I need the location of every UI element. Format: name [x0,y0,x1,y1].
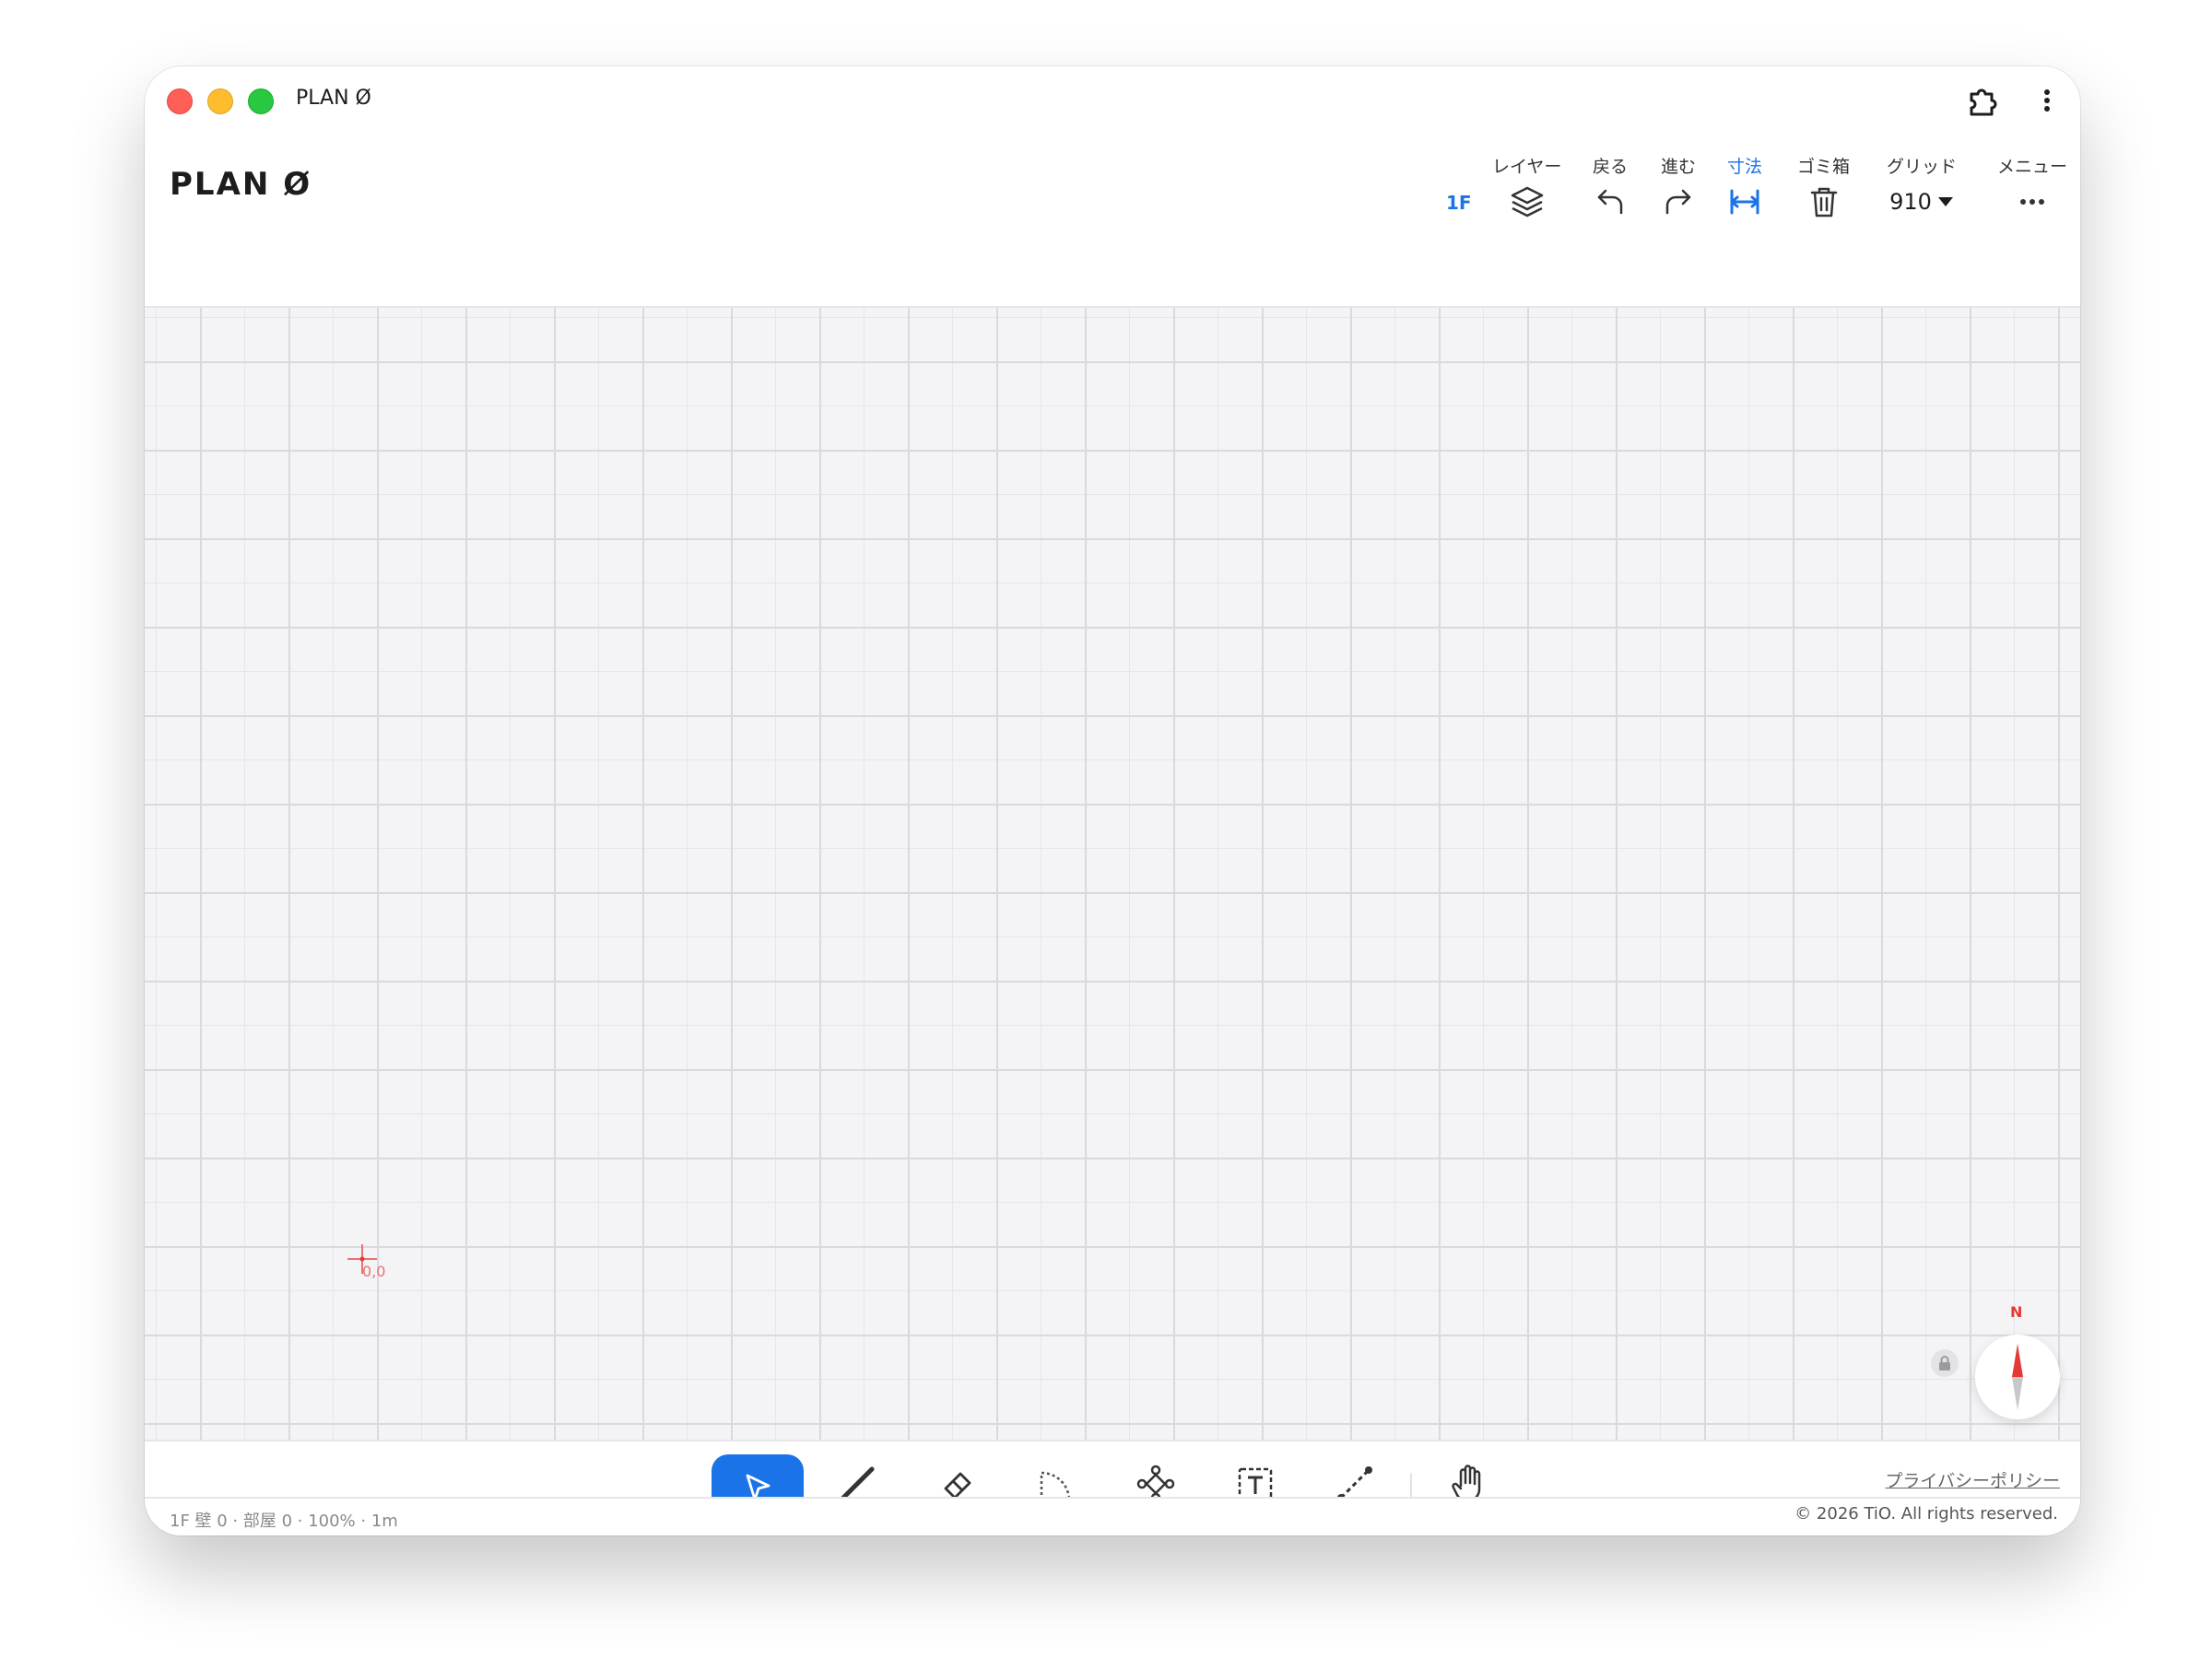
layers-label: レイヤー [1492,157,1562,177]
dimension-label: 寸法 [1727,157,1763,177]
close-window-button[interactable] [167,88,193,114]
title-bar: PLAN Ø [145,66,2080,135]
rotation-lock-button[interactable] [1931,1349,1959,1377]
layers-button[interactable]: レイヤー [1492,153,1561,220]
copyright-text: © 2026 TiO. All rights reserved. [1794,1504,2058,1524]
maximize-window-button[interactable] [248,88,274,114]
grid-label: グリッド [1887,157,1958,177]
kebab-menu-icon[interactable] [2036,83,2058,118]
dimension-icon [1727,183,1762,220]
redo-button[interactable]: 進む [1661,153,1696,220]
compass[interactable] [1975,1335,2060,1419]
menu-label: メニュー [1997,157,2068,177]
caret-down-icon [1937,197,1953,206]
more-horizontal-icon [1997,183,2067,220]
status-summary: 1F 壁 0 · 部屋 0 · 100% · 1m [170,1512,398,1531]
menu-button[interactable]: メニュー [1997,153,2067,220]
privacy-policy-link[interactable]: プライバシーポリシー [1885,1467,2060,1492]
trash-label: ゴミ箱 [1797,157,1851,177]
window-title: PLAN Ø [296,87,371,110]
undo-icon [1593,183,1628,220]
undo-button[interactable]: 戻る [1593,153,1628,220]
floor-selector[interactable]: 1F [1446,192,1472,214]
compass-needle-icon [2012,1344,2023,1410]
redo-label: 進む [1661,157,1697,177]
app-window: PLAN Ø PLAN Ø 1F レイヤー 戻る 進む 寸法 ゴミ箱 グリッド … [145,66,2080,1535]
origin-label: 0,0 [362,1263,386,1280]
lock-icon [1939,1356,1950,1371]
redo-icon [1661,183,1696,220]
status-bar: 1F 壁 0 · 部屋 0 · 100% · 1m © 2026 TiO. Al… [145,1497,2080,1535]
trash-icon [1797,183,1850,220]
minimize-window-button[interactable] [207,88,233,114]
app-header [145,135,2080,308]
layers-icon [1492,183,1561,220]
dimension-button[interactable]: 寸法 [1727,153,1762,220]
grid-size-select[interactable]: グリッド 910 [1887,153,1957,220]
compass-north-label: N [2010,1303,2023,1321]
undo-label: 戻る [1593,157,1629,177]
trash-button[interactable]: ゴミ箱 [1797,153,1850,220]
drawing-canvas[interactable]: 0,0 N [145,308,2080,1440]
app-title: PLAN Ø [170,166,312,203]
extension-icon[interactable] [1964,83,1999,118]
grid-size-value: 910 [1889,189,1932,215]
